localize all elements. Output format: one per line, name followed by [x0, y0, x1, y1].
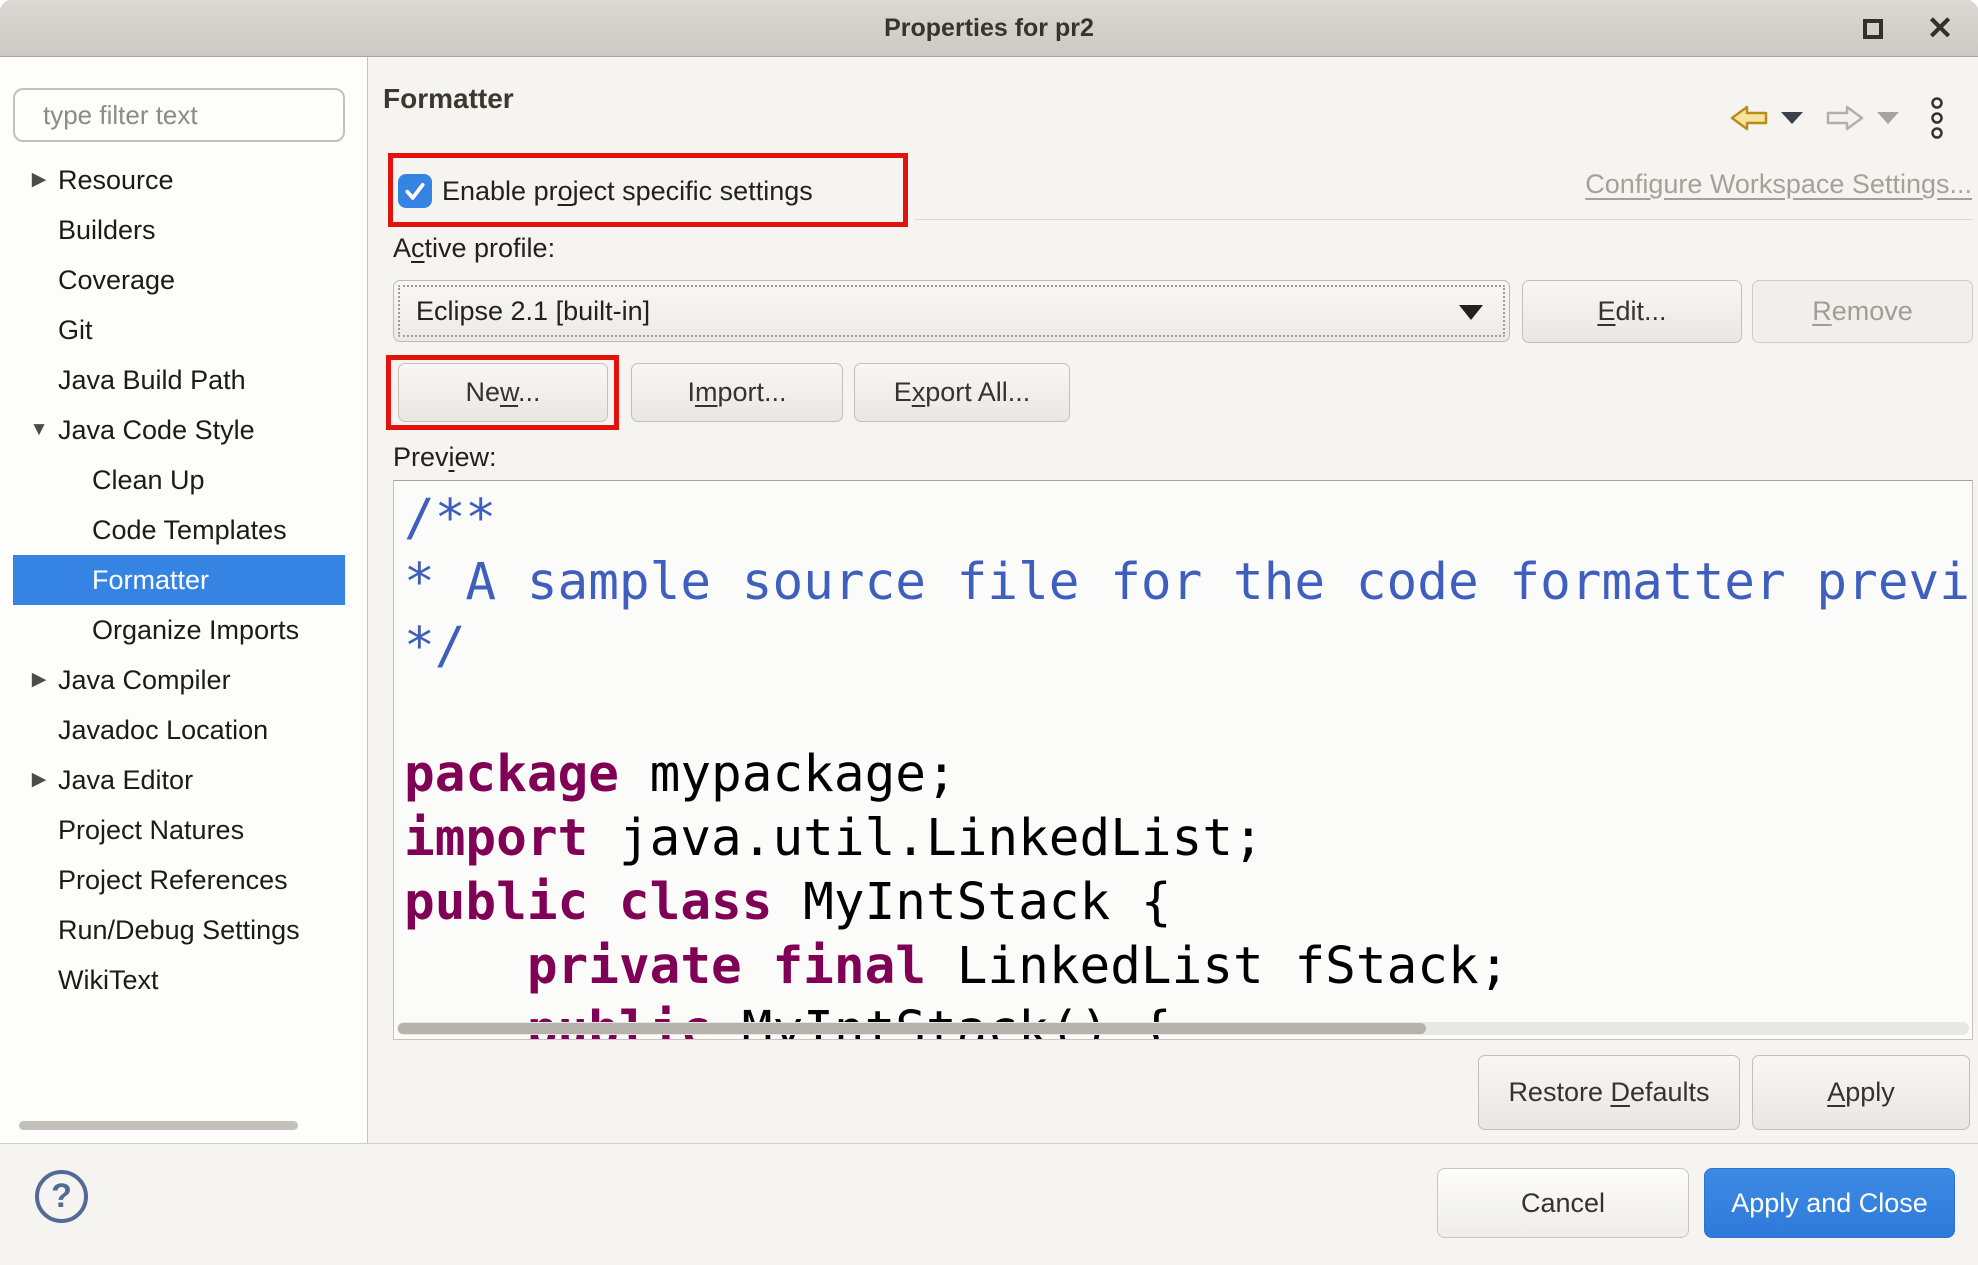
active-profile-label: Active profile: [393, 233, 555, 264]
active-profile-value: Eclipse 2.1 [built-in] [394, 296, 650, 327]
dropdown-arrow-icon [1459, 305, 1483, 320]
sidebar-item-label: Formatter [92, 565, 209, 596]
sidebar-item-javadoc-location[interactable]: Javadoc Location [13, 705, 345, 755]
chevron-right-icon[interactable]: ▶ [22, 755, 56, 805]
preview-label: Preview: [393, 442, 497, 473]
window-title: Properties for pr2 [0, 0, 1978, 57]
new-profile-button[interactable]: New... [398, 363, 608, 422]
sidebar-item-java-compiler[interactable]: ▶Java Compiler [13, 655, 345, 705]
restore-defaults-button[interactable]: Restore Defaults [1478, 1055, 1740, 1130]
sidebar-item-label: Code Templates [92, 515, 287, 546]
close-icon: ✕ [1927, 0, 1954, 57]
sidebar-item-label: Java Editor [58, 765, 193, 796]
sidebar-item-label: Java Compiler [58, 665, 231, 696]
enable-project-settings-label: Enable project specific settings [442, 174, 813, 208]
sidebar-tree: ▶ResourceBuildersCoverageGitJava Build P… [0, 155, 367, 1005]
check-icon [402, 178, 428, 204]
sidebar-item-wikitext[interactable]: WikiText [13, 955, 345, 1005]
sidebar-item-builders[interactable]: Builders [13, 205, 345, 255]
sidebar-item-formatter[interactable]: Formatter [13, 555, 345, 605]
forward-arrow-icon [1826, 104, 1864, 132]
sidebar-item-resource[interactable]: ▶Resource [13, 155, 345, 205]
maximize-icon [1863, 19, 1883, 39]
page-title: Formatter [383, 83, 514, 115]
preferences-sidebar: ▶ResourceBuildersCoverageGitJava Build P… [0, 57, 368, 1143]
sidebar-item-organize-imports[interactable]: Organize Imports [13, 605, 345, 655]
chevron-right-icon[interactable]: ▶ [22, 155, 56, 205]
code-line: import java.util.LinkedList; [404, 807, 1972, 871]
chevron-down-icon [1780, 111, 1804, 125]
sidebar-item-java-editor[interactable]: ▶Java Editor [13, 755, 345, 805]
active-profile-select[interactable]: Eclipse 2.1 [built-in] [393, 280, 1510, 342]
sidebar-item-label: Clean Up [92, 465, 205, 496]
sidebar-item-label: Resource [58, 165, 174, 196]
back-arrow-icon [1730, 104, 1768, 132]
forward-history-dropdown[interactable] [1876, 111, 1900, 125]
sidebar-item-java-build-path[interactable]: Java Build Path [13, 355, 345, 405]
formatter-preview-pane: /*** A sample source file for the code f… [393, 480, 1973, 1040]
sidebar-item-label: Builders [58, 215, 156, 246]
chevron-down-icon[interactable]: ▼ [22, 405, 56, 455]
forward-button[interactable] [1826, 104, 1864, 132]
properties-dialog: Properties for pr2 ✕ ▶ResourceBuildersCo… [0, 0, 1978, 1265]
close-button[interactable]: ✕ [1918, 0, 1962, 57]
dialog-footer: ? Cancel Apply and Close [0, 1143, 1978, 1265]
sidebar-item-clean-up[interactable]: Clean Up [13, 455, 345, 505]
sidebar-item-label: Project Natures [58, 815, 244, 846]
chevron-down-icon [1876, 111, 1900, 125]
section-separator [915, 219, 1972, 220]
view-menu-button[interactable] [1930, 97, 1944, 139]
preview-scrollbar-track[interactable] [397, 1022, 1969, 1035]
sidebar-item-label: Run/Debug Settings [58, 915, 300, 946]
history-toolbar [1730, 97, 1944, 139]
code-line: public class MyIntStack { [404, 871, 1972, 935]
cancel-button[interactable]: Cancel [1437, 1168, 1689, 1238]
preview-scrollbar-thumb[interactable] [398, 1023, 1426, 1034]
sidebar-item-java-code-style[interactable]: ▼Java Code Style [13, 405, 345, 455]
kebab-menu-icon [1930, 97, 1944, 139]
sidebar-item-label: Coverage [58, 265, 175, 296]
code-line: */ [404, 615, 1972, 679]
code-line [404, 679, 1972, 743]
sidebar-item-label: Java Code Style [58, 415, 255, 446]
configure-workspace-settings-link[interactable]: Configure Workspace Settings... [1585, 169, 1972, 200]
maximize-button[interactable] [1851, 0, 1895, 57]
titlebar: Properties for pr2 ✕ [0, 0, 1978, 57]
sidebar-item-label: Organize Imports [92, 615, 299, 646]
code-line: /** [404, 487, 1972, 551]
help-button[interactable]: ? [35, 1170, 88, 1223]
back-history-dropdown[interactable] [1780, 111, 1804, 125]
code-line: private final LinkedList fStack; [404, 935, 1972, 999]
question-mark-icon: ? [51, 1177, 72, 1216]
edit-button[interactable]: Edit... [1522, 280, 1742, 343]
sidebar-item-label: Java Build Path [58, 365, 246, 396]
filter-input[interactable] [13, 88, 345, 142]
sidebar-item-label: Javadoc Location [58, 715, 268, 746]
apply-and-close-button[interactable]: Apply and Close [1704, 1168, 1955, 1238]
sidebar-item-git[interactable]: Git [13, 305, 345, 355]
preview-code: /*** A sample source file for the code f… [394, 481, 1972, 1040]
chevron-right-icon[interactable]: ▶ [22, 655, 56, 705]
remove-button[interactable]: Remove [1752, 280, 1973, 343]
import-button[interactable]: Import... [631, 363, 843, 422]
sidebar-item-project-natures[interactable]: Project Natures [13, 805, 345, 855]
sidebar-item-label: Project References [58, 865, 288, 896]
sidebar-item-label: Git [58, 315, 93, 346]
back-button[interactable] [1730, 104, 1768, 132]
sidebar-item-label: WikiText [58, 965, 159, 996]
sidebar-item-code-templates[interactable]: Code Templates [13, 505, 345, 555]
sidebar-horizontal-scrollbar[interactable] [19, 1121, 298, 1130]
formatter-settings-panel: Formatter [369, 57, 1978, 1143]
sidebar-item-project-references[interactable]: Project References [13, 855, 345, 905]
sidebar-item-run-debug-settings[interactable]: Run/Debug Settings [13, 905, 345, 955]
export-all-button[interactable]: Export All... [854, 363, 1070, 422]
enable-project-settings-checkbox[interactable] [398, 174, 432, 208]
code-line: * A sample source file for the code form… [404, 551, 1972, 615]
code-line: package mypackage; [404, 743, 1972, 807]
apply-button[interactable]: Apply [1752, 1055, 1970, 1130]
sidebar-item-coverage[interactable]: Coverage [13, 255, 345, 305]
